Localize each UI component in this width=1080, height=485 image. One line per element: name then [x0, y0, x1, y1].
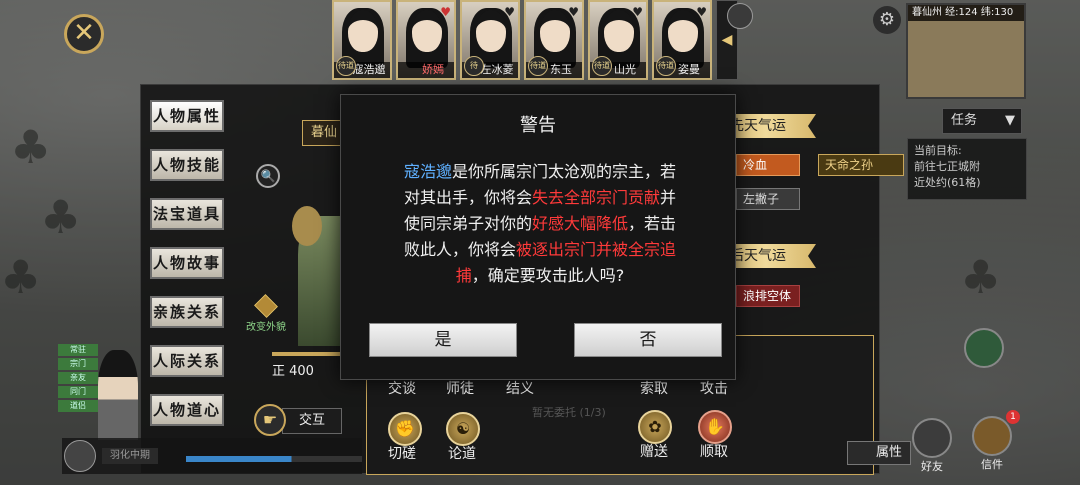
message-text: ，确定要攻击此人吗?	[471, 266, 625, 285]
gift-icon[interactable]: ✿	[638, 410, 672, 444]
portrait-card[interactable]: ♥ 待道 山光	[588, 0, 648, 80]
portrait-strip: 待道 寇浩邈 ♥ 娇嫣 ♥ 待 左冰菱 ♥ 待道 东玉 ♥ 待道 山光 ♥ 待道…	[332, 0, 738, 82]
roster-tag: 宗门	[58, 358, 98, 370]
heart-icon: ♥	[568, 5, 579, 19]
portrait-name: 娇嫣	[398, 62, 454, 78]
mail-badge: 1	[1006, 410, 1020, 424]
trait-cold-blood[interactable]: 冷血	[736, 154, 800, 176]
meditate-icon[interactable]: ☯	[446, 412, 480, 446]
roster-portrait	[98, 350, 138, 440]
portrait-card[interactable]: ♥ 待 左冰菱	[460, 0, 520, 80]
roster-tag: 常驻	[58, 344, 98, 356]
close-button[interactable]: ✕	[64, 14, 104, 54]
roster-tag: 道侣	[58, 400, 98, 412]
friend-icon[interactable]	[912, 418, 952, 458]
portrait-card[interactable]: ♥ 娇嫣	[396, 0, 456, 80]
option-steal[interactable]: 顺取	[700, 441, 728, 461]
task-panel[interactable]: 当前目标: 前往七正城附 近处约(61格)	[907, 138, 1027, 200]
option-discuss[interactable]: 论道	[448, 443, 476, 463]
tab-attributes[interactable]: 人物属性	[150, 100, 224, 132]
faded-hint: 暂无委托 (1/3)	[532, 406, 606, 419]
mail-label: 信件	[981, 458, 1003, 471]
portrait-tag: 待	[464, 56, 484, 76]
option-gift[interactable]: 赠送	[640, 441, 668, 461]
heart-icon: ♥	[440, 5, 451, 19]
task-line: 前往七正城附	[914, 160, 980, 173]
chevron-down-icon: ▼	[1005, 113, 1015, 128]
roster-tags: 常驻 宗门 亲友 同门 道侣	[58, 344, 98, 414]
option-spar[interactable]: 切磋	[388, 443, 416, 463]
option-attack[interactable]: 攻击	[700, 378, 728, 398]
player-avatar-icon[interactable]	[727, 3, 753, 29]
change-appearance-label: 改变外貌	[246, 322, 286, 333]
dialog-title: 警告	[520, 115, 556, 136]
heart-icon: ♥	[696, 5, 707, 19]
gourd-icon[interactable]	[964, 328, 1004, 368]
portrait-tag: 待道	[656, 56, 676, 76]
task-header[interactable]: 任务 ▼	[942, 108, 1022, 134]
tab-dao-heart[interactable]: 人物道心	[150, 394, 224, 426]
roster-tag: 亲友	[58, 372, 98, 384]
change-appearance-button[interactable]: 改变外貌	[242, 294, 290, 333]
trait-destiny[interactable]: 天命之孙	[818, 154, 904, 176]
task-line: 近处约(61格)	[914, 176, 981, 189]
mail-icon[interactable]	[972, 416, 1012, 456]
player-icon[interactable]	[64, 440, 96, 472]
stat-bar	[272, 352, 342, 356]
option-demand[interactable]: 索取	[640, 378, 668, 398]
tab-treasures[interactable]: 法宝道具	[150, 198, 224, 230]
dialog-message: 寇浩邈是你所属宗门太沧观的宗主，若对其出手，你将会失去全部宗门贡献并使同宗弟子对…	[397, 159, 683, 289]
spar-icon[interactable]: ✊	[388, 412, 422, 446]
friend-label: 好友	[921, 460, 943, 473]
roster-tag: 同门	[58, 386, 98, 398]
gear-icon[interactable]: ⚙	[873, 6, 901, 34]
chest-icon	[254, 294, 278, 318]
task-line: 当前目标:	[914, 144, 962, 157]
minimap[interactable]: 暮仙州 经:124 纬:130	[906, 3, 1026, 99]
portrait-card[interactable]: ♥ 待道 东玉	[524, 0, 584, 80]
warning-dialog: 警告 寇浩邈是你所属宗门太沧观的宗主，若对其出手，你将会失去全部宗门贡献并使同宗…	[340, 94, 736, 380]
progress-bar	[186, 456, 362, 462]
hand-icon: ☛	[254, 404, 286, 436]
heart-icon: ♥	[632, 5, 643, 19]
interact-label: 交互	[282, 408, 342, 434]
minimap-title: 暮仙州 经:124 纬:130	[908, 5, 1024, 21]
trait-wave-body[interactable]: 浪排空体	[736, 285, 800, 307]
zoom-icon[interactable]: 🔍	[256, 164, 280, 188]
roster-preview[interactable]: 常驻 宗门 亲友 同门 道侣	[58, 344, 138, 444]
task-header-label: 任务	[951, 113, 978, 128]
attributes-button[interactable]: 属性	[847, 441, 911, 465]
portrait-card[interactable]: ♥ 待道 姿曼	[652, 0, 712, 80]
message-warning: 失去全部宗门贡献	[531, 188, 660, 207]
steal-icon[interactable]: ✋	[698, 410, 732, 444]
message-warning: 好感大幅降低	[531, 214, 628, 233]
portrait-tag: 待道	[592, 56, 612, 76]
trait-left-handed[interactable]: 左撇子	[736, 188, 800, 210]
stat-value: 正 400	[272, 364, 314, 379]
no-button[interactable]: 否	[574, 323, 722, 357]
interact-button[interactable]: 交互 ☛	[254, 404, 342, 436]
tab-family[interactable]: 亲族关系	[150, 296, 224, 328]
portrait-tag: 待道	[336, 56, 356, 76]
target-name: 寇浩邈	[403, 162, 452, 181]
portrait-tag: 待道	[528, 56, 548, 76]
tab-relations[interactable]: 人际关系	[150, 345, 224, 377]
tab-skills[interactable]: 人物技能	[150, 149, 224, 181]
option-talk[interactable]: 交谈	[388, 378, 416, 398]
yes-button[interactable]: 是	[369, 323, 517, 357]
heart-icon: ♥	[504, 5, 515, 19]
option-mentor[interactable]: 师徒	[446, 378, 474, 398]
tab-story[interactable]: 人物故事	[150, 247, 224, 279]
cultivation-level: 羽化中期	[102, 448, 158, 464]
chevron-left-icon: ◀	[721, 32, 733, 48]
portrait-card[interactable]: 待道 寇浩邈	[332, 0, 392, 80]
option-sworn[interactable]: 结义	[506, 378, 534, 398]
